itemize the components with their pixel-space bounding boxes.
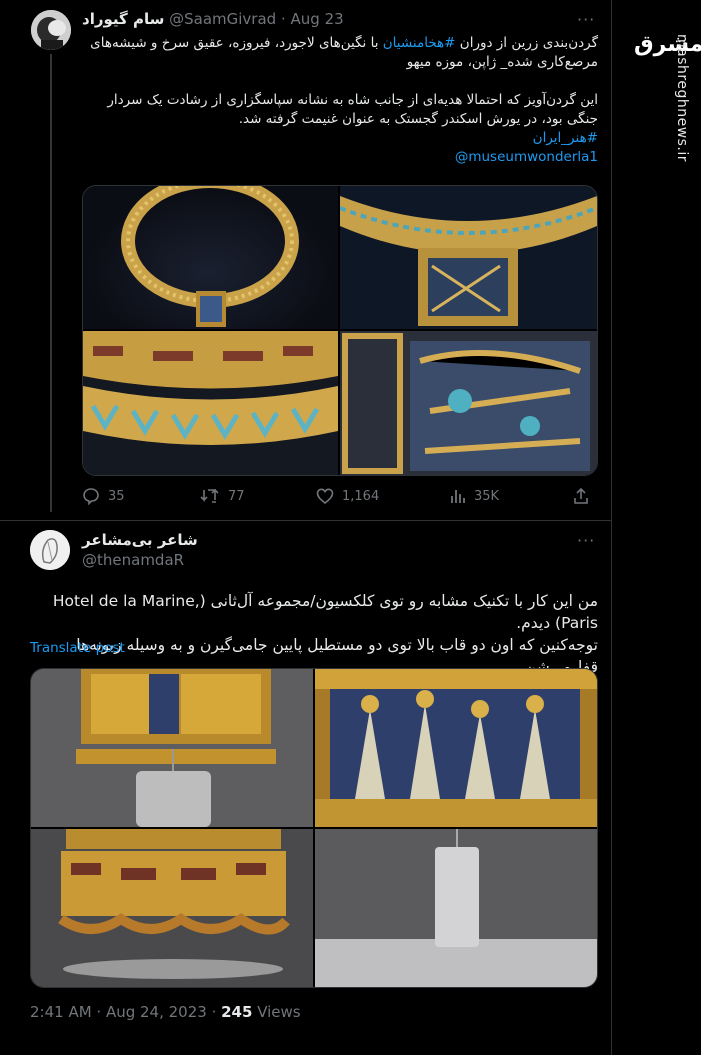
tweet-date[interactable]: Aug 23 bbox=[291, 10, 344, 28]
like-button[interactable]: 1,164 bbox=[316, 487, 379, 505]
share-icon bbox=[574, 487, 588, 504]
retweet-icon bbox=[200, 488, 219, 503]
reply-count: 35 bbox=[108, 488, 125, 504]
media-image-necklace[interactable] bbox=[83, 186, 338, 329]
handle[interactable]: @SaamGivrad bbox=[169, 10, 276, 28]
analytics-icon bbox=[451, 490, 465, 503]
hashtag-link[interactable]: #هخامنشیان bbox=[383, 35, 456, 51]
brand-divider bbox=[611, 0, 612, 1055]
heart-icon bbox=[316, 488, 334, 505]
tweet-footer: 2:41 AM · Aug 24, 2023 · 245 Views bbox=[30, 1003, 301, 1021]
tweet-text-line: من این کار با تکنیک مشابه رو توی کلکسیون… bbox=[52, 592, 598, 632]
more-options-button[interactable]: ··· bbox=[577, 10, 595, 29]
translate-post-link[interactable]: Translate post bbox=[30, 640, 125, 656]
media-image-detail-band[interactable] bbox=[83, 331, 338, 475]
brand-url: mashreghnews.ir bbox=[674, 34, 690, 163]
media-image-exhibit-top[interactable] bbox=[31, 669, 313, 827]
mention-link[interactable]: @museumwonderla1 bbox=[82, 148, 598, 167]
media-image-exhibit-closeup[interactable] bbox=[315, 669, 597, 827]
tweet-separator bbox=[0, 520, 611, 521]
timestamp[interactable]: 2:41 AM · Aug 24, 2023 · bbox=[30, 1003, 221, 1021]
views-count: 35K bbox=[474, 488, 500, 504]
reply-icon bbox=[83, 488, 99, 505]
brand-logo: مشرق bbox=[634, 32, 701, 57]
thread-line bbox=[50, 54, 52, 512]
media-image-detail-figures[interactable] bbox=[340, 331, 597, 475]
tweet-text-paragraph: این گردن‌آویز که احتمالا هدیه‌ای از جانب… bbox=[107, 92, 598, 127]
tweet-text-line: مرصع‌کاری شده_ ژاپن، موزه میهو bbox=[406, 54, 598, 70]
media-image-pendant[interactable] bbox=[339, 186, 597, 329]
tweet-header: سام گیوراد @SaamGivrad · Aug 23 bbox=[82, 10, 344, 28]
views-count: 245 bbox=[221, 1003, 253, 1021]
media-grid bbox=[82, 185, 598, 476]
avatar[interactable] bbox=[30, 530, 70, 570]
media-image-exhibit-stand[interactable] bbox=[315, 829, 597, 987]
tweet-text: من این کار با تکنیک مشابه رو توی کلکسیون… bbox=[30, 590, 598, 678]
retweet-count: 77 bbox=[228, 488, 245, 504]
media-image-exhibit-bottom[interactable] bbox=[31, 829, 313, 987]
brand-watermark: مشرق mashreghnews.ir bbox=[614, 0, 701, 1055]
avatar[interactable] bbox=[31, 10, 71, 50]
media-grid bbox=[30, 668, 598, 988]
views-button[interactable]: 35K bbox=[448, 487, 499, 505]
tweet-text-line: گردن‌بندی زرین از دوران #هخامنشیان با نگ… bbox=[90, 35, 598, 51]
reply-button[interactable]: 35 bbox=[82, 487, 125, 505]
more-options-button[interactable]: ··· bbox=[577, 531, 595, 550]
hashtag-link[interactable]: #هنر_ایران bbox=[82, 129, 598, 148]
display-name[interactable]: شاعر بی‌مشاعر bbox=[82, 531, 198, 549]
share-button[interactable] bbox=[572, 487, 590, 505]
display-name[interactable]: سام گیوراد bbox=[82, 10, 164, 28]
views-label: Views bbox=[252, 1003, 301, 1021]
tweet-text: گردن‌بندی زرین از دوران #هخامنشیان با نگ… bbox=[82, 34, 598, 167]
like-count: 1,164 bbox=[342, 488, 380, 504]
retweet-button[interactable]: 77 bbox=[200, 487, 245, 505]
tweet-actions: 35 77 1,164 35K bbox=[82, 487, 602, 509]
handle[interactable]: @thenamdaR bbox=[82, 551, 184, 569]
